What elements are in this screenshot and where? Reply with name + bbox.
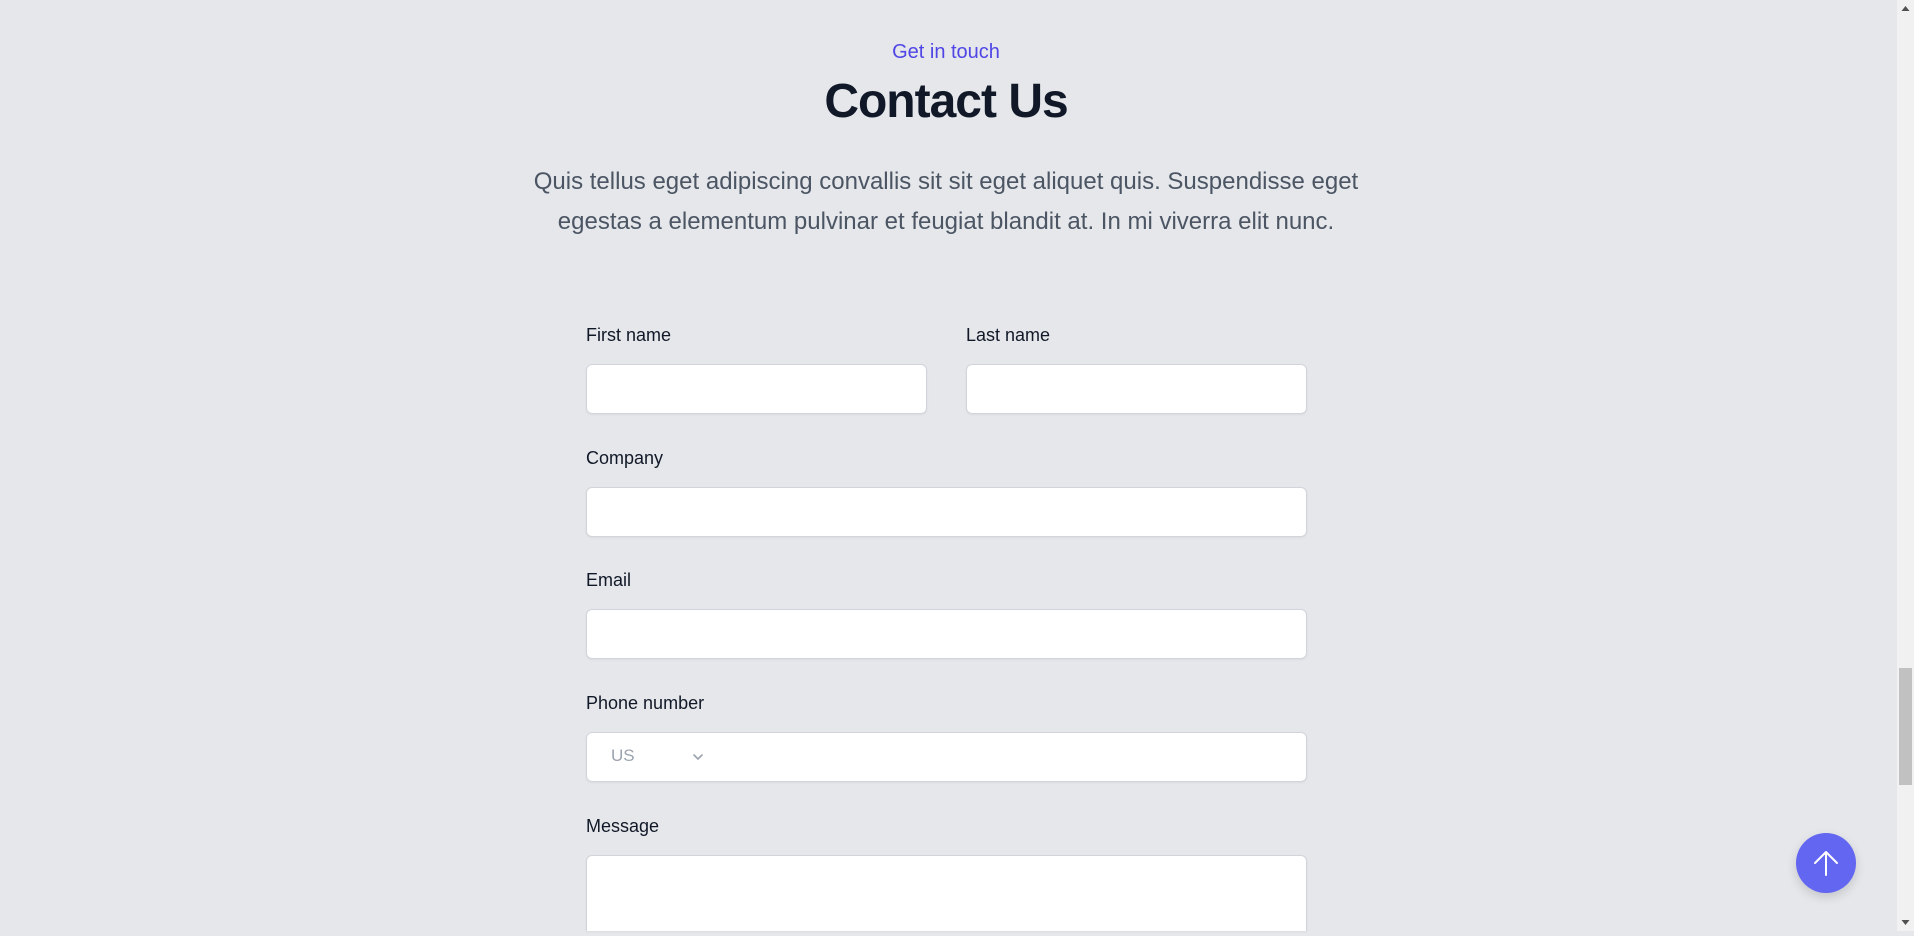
- page-title: Contact Us: [824, 75, 1068, 128]
- last-name-label: Last name: [966, 325, 1051, 345]
- back-to-top-button[interactable]: [1796, 833, 1856, 893]
- country-code-select[interactable]: US: [587, 733, 717, 781]
- first-name-input[interactable]: [587, 365, 926, 413]
- triangle-up-icon[interactable]: [1897, 0, 1914, 17]
- section-eyebrow: Get in touch: [892, 41, 1000, 63]
- section-description: Quis tellus eget adipiscing convallis si…: [533, 168, 1359, 235]
- phone-number-label: Phone number: [586, 693, 705, 713]
- message-field-wrapper: [586, 855, 1307, 931]
- arrow-up-icon: [1814, 851, 1838, 876]
- company-input[interactable]: [587, 488, 1306, 536]
- country-code-value: US: [611, 746, 635, 765]
- message-label: Message: [586, 816, 660, 836]
- company-field-wrapper: [586, 487, 1307, 537]
- email-input[interactable]: [587, 610, 1306, 658]
- phone-number-field: US: [586, 732, 1307, 782]
- chevron-down-icon: [693, 754, 703, 760]
- phone-number-input[interactable]: [717, 733, 1306, 781]
- email-field-wrapper: [586, 609, 1307, 659]
- company-label: Company: [586, 448, 664, 468]
- last-name-input[interactable]: [967, 365, 1306, 413]
- vertical-scrollbar[interactable]: [1897, 0, 1914, 931]
- contact-page: Get in touch Contact Us Quis tellus eget…: [0, 0, 1897, 931]
- message-textarea[interactable]: [587, 856, 1306, 931]
- first-name-label: First name: [586, 325, 672, 345]
- scrollbar-thumb[interactable]: [1899, 668, 1912, 785]
- triangle-down-icon[interactable]: [1897, 914, 1914, 931]
- first-name-field-wrapper: [586, 364, 927, 414]
- email-label: Email: [586, 570, 632, 590]
- last-name-field-wrapper: [966, 364, 1307, 414]
